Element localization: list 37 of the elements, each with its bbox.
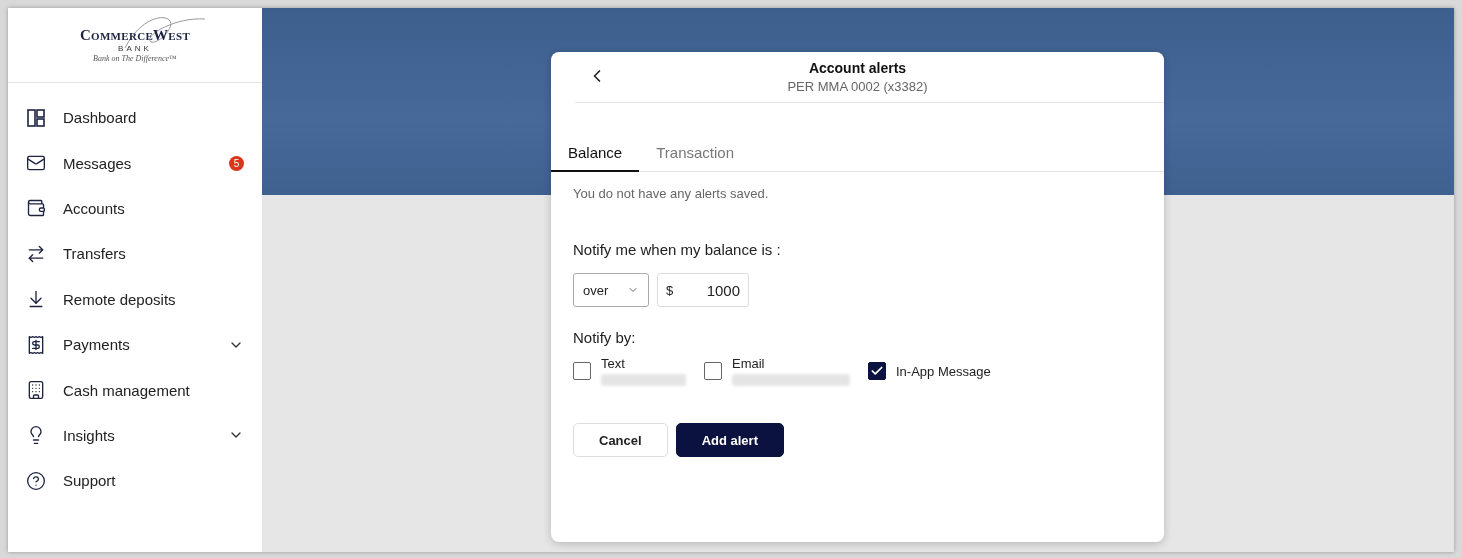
amount-field[interactable]: $ 1000 — [657, 273, 749, 307]
receipt-icon — [26, 334, 46, 355]
arrows-icon — [26, 243, 46, 264]
sidebar-item[interactable]: Transfers — [8, 231, 262, 277]
tab[interactable]: Transaction — [639, 134, 752, 172]
dashboard-icon — [26, 107, 46, 128]
dialog-subtitle: PER MMA 0002 (x3382) — [787, 79, 928, 94]
cancel-button[interactable]: Cancel — [573, 423, 668, 457]
dialog-title: Account alerts — [808, 60, 907, 76]
condition-label: Notify me when my balance is : — [573, 241, 782, 258]
sidebar-item[interactable]: Payments — [8, 321, 262, 368]
sidebar-item[interactable]: Support — [8, 458, 262, 504]
building-icon — [26, 380, 46, 401]
logo-name: CommerceWest — [79, 27, 191, 44]
notify-label: Notify by: — [573, 329, 637, 346]
logo-subtitle: BANK — [118, 44, 152, 53]
sidebar-item[interactable]: Insights — [8, 412, 262, 459]
tab[interactable]: Balance — [551, 134, 640, 172]
condition-dropdown[interactable]: over — [573, 273, 649, 307]
checkbox[interactable] — [868, 362, 886, 380]
count-badge: 5 — [229, 155, 244, 171]
channel-label: Text — [601, 356, 626, 371]
checkbox[interactable] — [573, 362, 591, 380]
logo-tagline: Bank on The Difference™ — [93, 54, 177, 63]
help-icon — [26, 470, 46, 491]
wallet-icon — [26, 198, 46, 219]
check-icon — [870, 364, 884, 378]
add-button[interactable]: Add alert — [675, 423, 784, 457]
channel-label: Email — [732, 356, 766, 371]
empty-message: You do not have any alerts saved. — [573, 186, 770, 201]
sidebar-item[interactable]: Cash management — [8, 367, 262, 413]
sidebar-item[interactable]: Remote deposits — [8, 276, 262, 322]
channel-label: In-App Message — [896, 363, 991, 379]
sidebar-item[interactable]: Messages 5 — [8, 140, 262, 186]
sidebar-item[interactable]: Accounts — [8, 185, 262, 232]
checkbox[interactable] — [704, 362, 722, 380]
sidebar-item[interactable]: Dashboard — [8, 95, 262, 141]
